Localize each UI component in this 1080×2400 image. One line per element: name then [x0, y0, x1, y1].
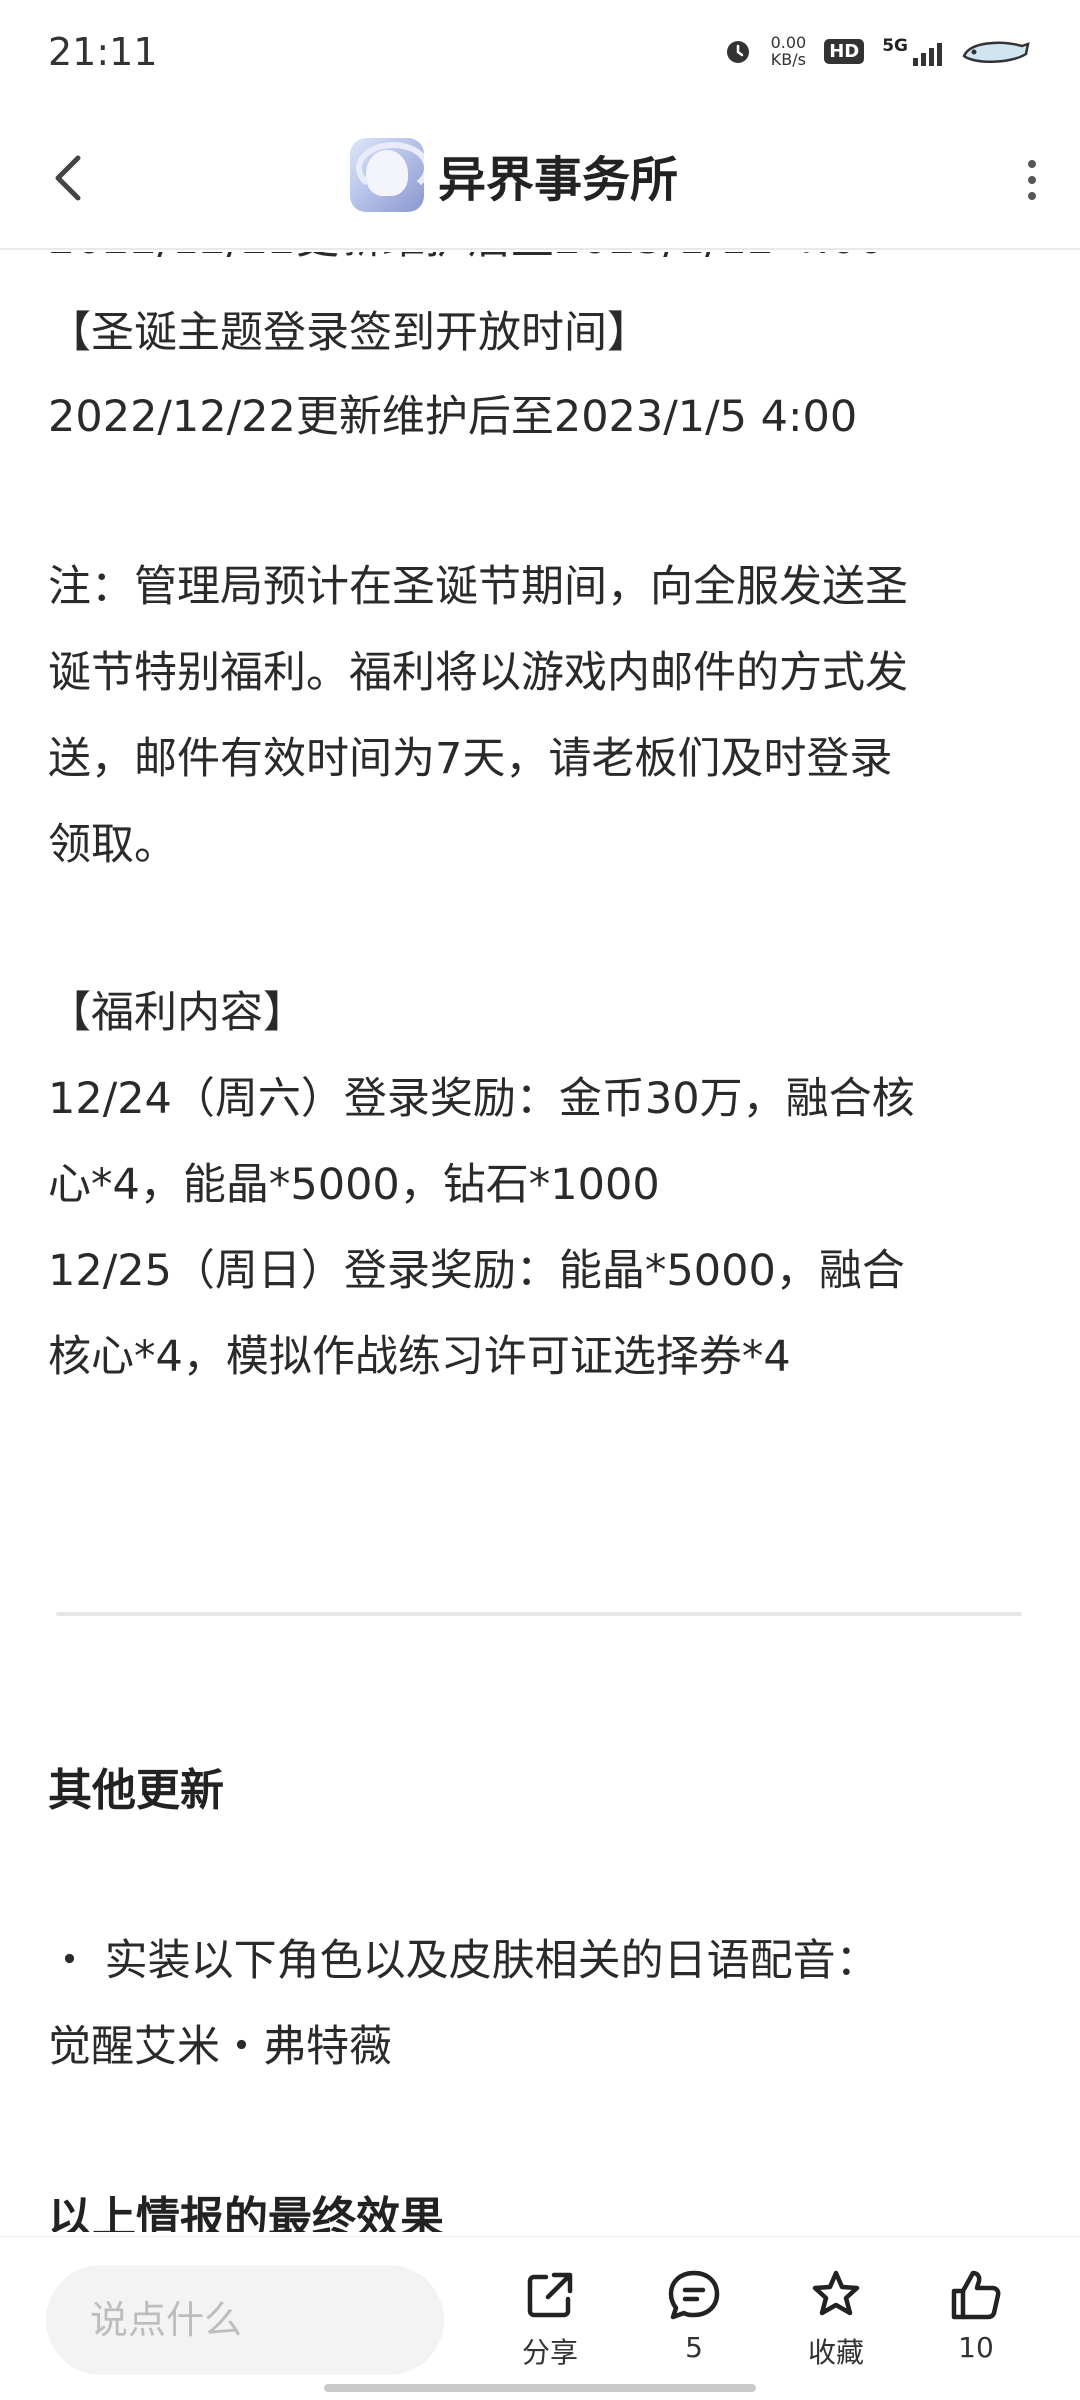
net-speed: 0.00 KB/s [771, 34, 807, 68]
status-icons: 0.00 KB/s HD 5G [723, 34, 1032, 68]
bullet-line: 觉醒艾米・弗特薇 [48, 2022, 392, 2072]
like-button[interactable]: 10 [916, 2265, 1036, 2364]
home-indicator[interactable] [324, 2384, 756, 2392]
article-line: 核心*4，模拟作战练习许可证选择券*4 [48, 1332, 791, 1382]
section-heading-other: 其他更新 [48, 1765, 224, 1816]
share-icon [527, 2272, 573, 2318]
share-button[interactable]: 分享 [490, 2265, 610, 2371]
article-line: 12/25（周日）登录奖励：能晶*5000，融合 [48, 1246, 905, 1296]
comment-count: 5 [685, 2331, 703, 2364]
comment-input[interactable] [46, 2265, 444, 2375]
article-line: 诞节特别福利。福利将以游戏内邮件的方式发 [48, 648, 908, 698]
article-line: 2022/12/22更新维护后至2023/1/5 4:00 [48, 392, 858, 442]
article-line: 心*4，能晶*5000，钻石*1000 [48, 1160, 660, 1210]
cutoff-line: 2022/12/22更新维护后至2023/1/12 4:00 [48, 252, 885, 266]
thumbs-up-icon [951, 2270, 1001, 2320]
page-title: 异界事务所 [438, 152, 679, 208]
battery-icon [960, 34, 1032, 68]
bullet-line: ・ 实装以下角色以及皮肤相关的日语配音： [48, 1936, 879, 1986]
status-time: 21:11 [48, 30, 158, 74]
article-line: 【福利内容】 [48, 988, 306, 1038]
share-label: 分享 [521, 2336, 578, 2369]
network-type: 5G [882, 36, 908, 56]
status-bar: 21:11 0.00 KB/s HD 5G [0, 0, 1080, 110]
star-icon [812, 2270, 860, 2316]
hd-icon: HD [824, 38, 865, 64]
article-content: 2022/12/22更新维护后至2023/1/12 4:00 【圣诞主题登录签到… [0, 252, 1080, 2232]
section-heading-final: 以上情报的最终效果 [48, 2193, 444, 2232]
favorite-label: 收藏 [807, 2336, 864, 2369]
more-button[interactable] [1020, 150, 1044, 210]
bottom-action-bar: 分享 5 收藏 10 [0, 2236, 1080, 2400]
section-divider [56, 1612, 1022, 1616]
article-line: 送，邮件有效时间为7天，请老板们及时登录 [48, 734, 893, 784]
comment-button[interactable]: 5 [634, 2265, 754, 2364]
like-count: 10 [958, 2331, 994, 2364]
chevron-left-icon [55, 155, 81, 201]
signal-icon: 5G [882, 36, 942, 66]
more-vertical-icon [1028, 160, 1036, 168]
header-title-group[interactable]: 异界事务所 [350, 130, 678, 220]
net-speed-value: 0.00 [770, 33, 807, 52]
alarm-icon [723, 36, 753, 66]
article-line: 注：管理局预计在圣诞节期间，向全服发送圣 [48, 562, 908, 612]
more-dot [1028, 176, 1036, 184]
comment-icon [668, 2270, 720, 2320]
net-speed-unit: KB/s [770, 50, 806, 69]
more-dot [1028, 192, 1036, 200]
favorite-button[interactable]: 收藏 [776, 2265, 896, 2371]
article-line: 领取。 [48, 820, 177, 870]
app-header: 异界事务所 [0, 110, 1080, 250]
article-line: 【圣诞主题登录签到开放时间】 [48, 308, 650, 358]
app-avatar [350, 138, 424, 212]
back-button[interactable] [48, 148, 88, 208]
article-line: 12/24（周六）登录奖励：金币30万，融合核 [48, 1074, 915, 1124]
